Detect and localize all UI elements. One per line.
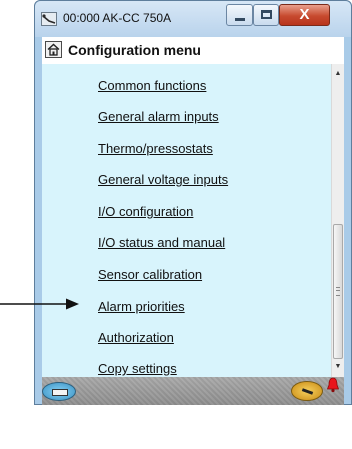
close-button[interactable]: X: [279, 4, 330, 26]
home-icon: [47, 43, 60, 56]
menu-header: Configuration menu: [42, 37, 344, 65]
minimize-button[interactable]: [226, 4, 253, 26]
title-bar[interactable]: 00:000 AK-CC 750A X: [35, 1, 351, 37]
menu-item-thermo-pressostats[interactable]: Thermo/pressostats: [98, 141, 213, 156]
vertical-scrollbar[interactable]: ▲ ▼: [331, 64, 344, 377]
clock-icon: [301, 388, 314, 395]
maximize-icon: [261, 10, 272, 19]
arrow-right-icon: [0, 298, 79, 310]
menu-item-alarm-priorities[interactable]: Alarm priorities: [98, 299, 185, 314]
app-window: 00:000 AK-CC 750A X Configuration menu C…: [34, 0, 352, 405]
menu-item-sensor-calibration[interactable]: Sensor calibration: [98, 267, 202, 282]
menu-item-general-voltage-inputs[interactable]: General voltage inputs: [98, 172, 228, 187]
maximize-button[interactable]: [253, 4, 279, 26]
menu-item-general-alarm-inputs[interactable]: General alarm inputs: [98, 109, 219, 124]
clock-button[interactable]: [291, 381, 323, 401]
menu-item-authorization[interactable]: Authorization: [98, 330, 174, 345]
page-title: Configuration menu: [68, 42, 201, 58]
menu-item-io-configuration[interactable]: I/O configuration: [98, 204, 193, 219]
minimize-icon: [235, 18, 245, 21]
scroll-grip-icon: [336, 287, 340, 296]
keyboard-icon: [52, 389, 68, 396]
scroll-up-arrow-icon[interactable]: ▲: [332, 67, 344, 81]
close-icon: X: [299, 6, 310, 23]
menu-item-io-status-and-manual[interactable]: I/O status and manual: [98, 235, 225, 250]
menu-item-copy-settings[interactable]: Copy settings: [98, 361, 177, 376]
window-title: 00:000 AK-CC 750A: [63, 11, 172, 25]
bottom-toolbar: [42, 377, 344, 405]
scroll-down-arrow-icon[interactable]: ▼: [332, 360, 344, 374]
sensor-icon: [41, 12, 57, 26]
alarm-bell-icon[interactable]: [326, 377, 340, 393]
menu-item-common-functions[interactable]: Common functions: [98, 78, 206, 93]
scroll-thumb[interactable]: [333, 224, 343, 359]
menu-list: Common functions General alarm inputs Th…: [42, 64, 331, 377]
keyboard-button[interactable]: [42, 382, 76, 401]
home-button[interactable]: [45, 41, 62, 58]
